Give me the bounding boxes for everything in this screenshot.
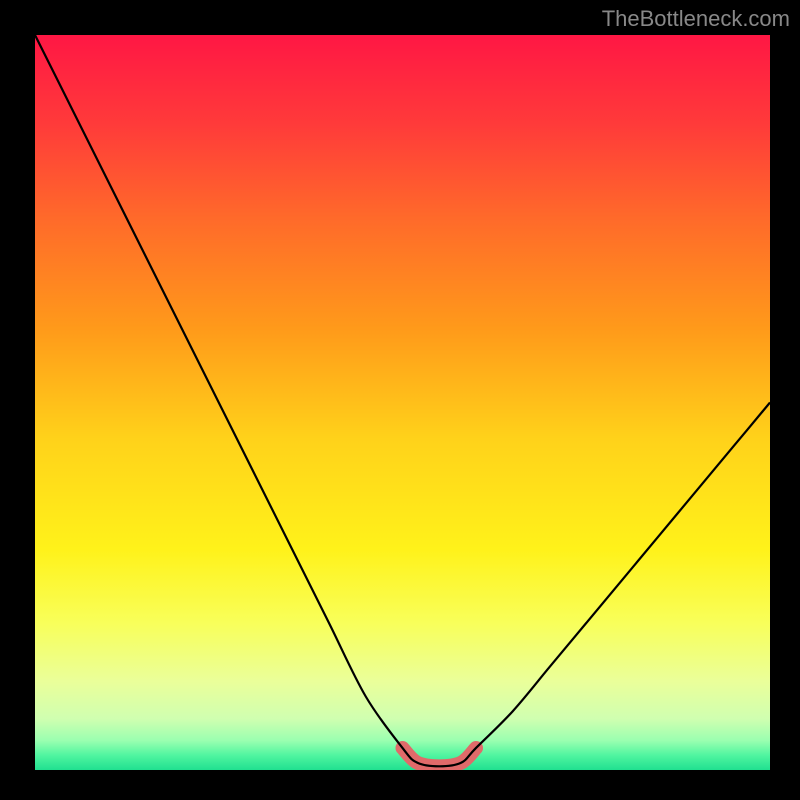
chart-curve-layer (35, 35, 770, 770)
chart-highlight-segment (403, 748, 477, 766)
chart-main-curve (35, 35, 770, 766)
watermark-text: TheBottleneck.com (602, 6, 790, 32)
chart-plot-area (35, 35, 770, 770)
